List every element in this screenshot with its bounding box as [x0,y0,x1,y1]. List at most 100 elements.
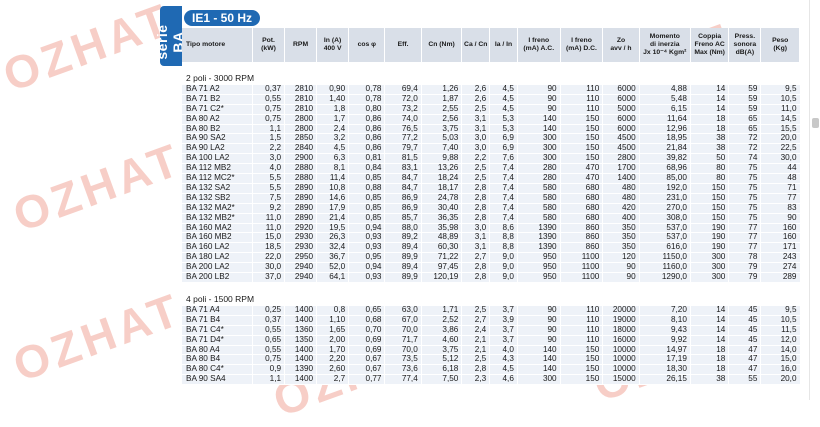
table-cell: 300 [689,252,729,264]
watermark: OZHAT [6,132,189,242]
table-cell: 140 [516,114,561,125]
motor-type-cell: BA 80 A2 [182,114,253,125]
table-row: BA 80 A2 0,75 2800 1,7 0,86 74,0 2,56 3,1 5,3 140… [182,114,800,125]
table-cell: 7,6 [489,153,518,165]
table-cell: 6,18 [420,364,462,376]
table-row: BA 132 MB2* 11,0 2890 21,4 0,85 85,7 36,35 2,8 7… [182,213,800,224]
table-cell: 86,9 [384,193,422,204]
table-cell: 36,35 [420,213,462,224]
table-cell: 0,55 [251,94,285,105]
table-cell: 6,15 [638,104,691,115]
table-cell: 680 [559,183,603,194]
column-header: Peso (Kg) [760,28,800,62]
table-cell: 0,94 [348,262,385,274]
table-cell: 17,19 [638,354,691,366]
table-cell: 0,9 [251,364,285,376]
table-cell: 1,65 [316,325,349,336]
table-cell: 59 [728,84,761,95]
table-cell: 90 [516,84,561,95]
table-cell: 59 [728,94,761,105]
table-cell: 0,86 [348,133,385,145]
table-cell: 2940 [284,262,317,274]
table-cell: 2930 [284,242,317,254]
table-cell: 1390 [516,223,561,234]
table-cell: 2890 [284,183,317,194]
table-cell: 0,25 [251,305,285,316]
table-cell: 2880 [284,163,317,175]
table-row: BA 112 MC2* 5,5 2880 11,4 0,85 84,7 18,24 2,5 7,… [182,173,800,184]
table-cell: 950 [516,252,561,264]
table-cell: 14 [689,104,729,115]
table-cell: 0,67 [348,354,385,366]
table-row: BA 71 A4 0,25 1400 0,8 0,65 63,0 1,71 2,5 3,7 90 1… [182,305,800,316]
table-cell: 1360 [284,325,317,336]
table-cell: 9,92 [638,335,691,346]
table-cell: 36,7 [316,252,349,264]
table-cell: 0,78 [348,94,385,105]
column-header: Eff. [384,28,422,62]
motor-type-cell: BA 71 C2* [182,104,253,115]
motor-type-cell: BA 200 LA2 [182,262,253,274]
table-cell: 2,7 [461,252,490,264]
table-row: BA 71 B4 0,37 1400 1,10 0,68 67,0 2,52 2,7 3,9 90… [182,315,800,326]
table-cell: 90 [516,335,561,346]
table-cell: 0,37 [251,84,285,95]
table-cell: 420 [602,203,640,214]
table-cell: 3,7 [489,305,518,316]
table-cell: 11,0 [760,104,800,115]
table-cell: 2,1 [461,335,490,346]
table-cell: 30,40 [420,203,462,214]
table-cell: 2890 [284,213,317,224]
page-title: IE1 - 50 Hz [184,10,261,26]
table-cell: 0,85 [348,213,385,224]
table-cell: 1350 [284,335,317,346]
table-cell: 2,2 [251,143,285,155]
table-cell: 8,8 [489,232,518,244]
table-cell: 2,1 [461,345,490,356]
table-cell: 18 [689,354,729,366]
table-cell: 75 [728,193,761,204]
table-cell: 22,0 [251,252,285,264]
table-cell: 4,6 [489,374,518,386]
table-cell: 680 [559,193,603,204]
table-cell: 50 [689,153,729,165]
table-cell: 150 [559,153,603,165]
table-cell: 18 [689,124,729,135]
table-cell: 3,1 [461,124,490,135]
table-cell: 3,7 [489,325,518,336]
table-row: BA 160 MB2 15,0 2930 26,3 0,93 89,2 48,89 3,1 8,… [182,232,800,244]
table-cell: 6000 [602,114,640,125]
table-cell: 80 [689,173,729,184]
table-cell: 0,85 [348,203,385,214]
table-cell: 150 [689,213,729,224]
vertical-scrollbar[interactable] [809,0,820,400]
table-cell: 580 [516,193,561,204]
table-cell: 350 [602,232,640,244]
table-cell: 77 [760,193,800,204]
table-cell: 150 [559,354,603,366]
table-cell: 3,0 [251,153,285,165]
scrollbar-thumb[interactable] [812,118,819,128]
table-cell: 75 [728,173,761,184]
table-cell: 1160,0 [638,262,691,274]
table-cell: 3,0 [461,223,490,234]
table-cell: 60,30 [420,242,462,254]
table-cell: 2890 [284,203,317,214]
table-cell: 90 [516,315,561,326]
table-cell: 2810 [284,104,317,115]
table-cell: 470 [559,163,603,175]
table-cell: 2850 [284,133,317,145]
table-cell: 6000 [602,84,640,95]
table-cell: 7,4 [489,193,518,204]
table-cell: 1100 [559,252,603,264]
table-cell: 1,26 [420,84,462,95]
table-cell: 300 [516,153,561,165]
table-cell: 30,0 [251,262,285,274]
table-cell: 14 [689,305,729,316]
table-cell: 3,1 [461,232,490,244]
table-cell: 2800 [284,114,317,125]
section-label: 4 poli - 1500 RPM [182,291,800,306]
table-cell: 0,81 [348,153,385,165]
table-cell: 150 [689,203,729,214]
table-cell: 580 [516,213,561,224]
